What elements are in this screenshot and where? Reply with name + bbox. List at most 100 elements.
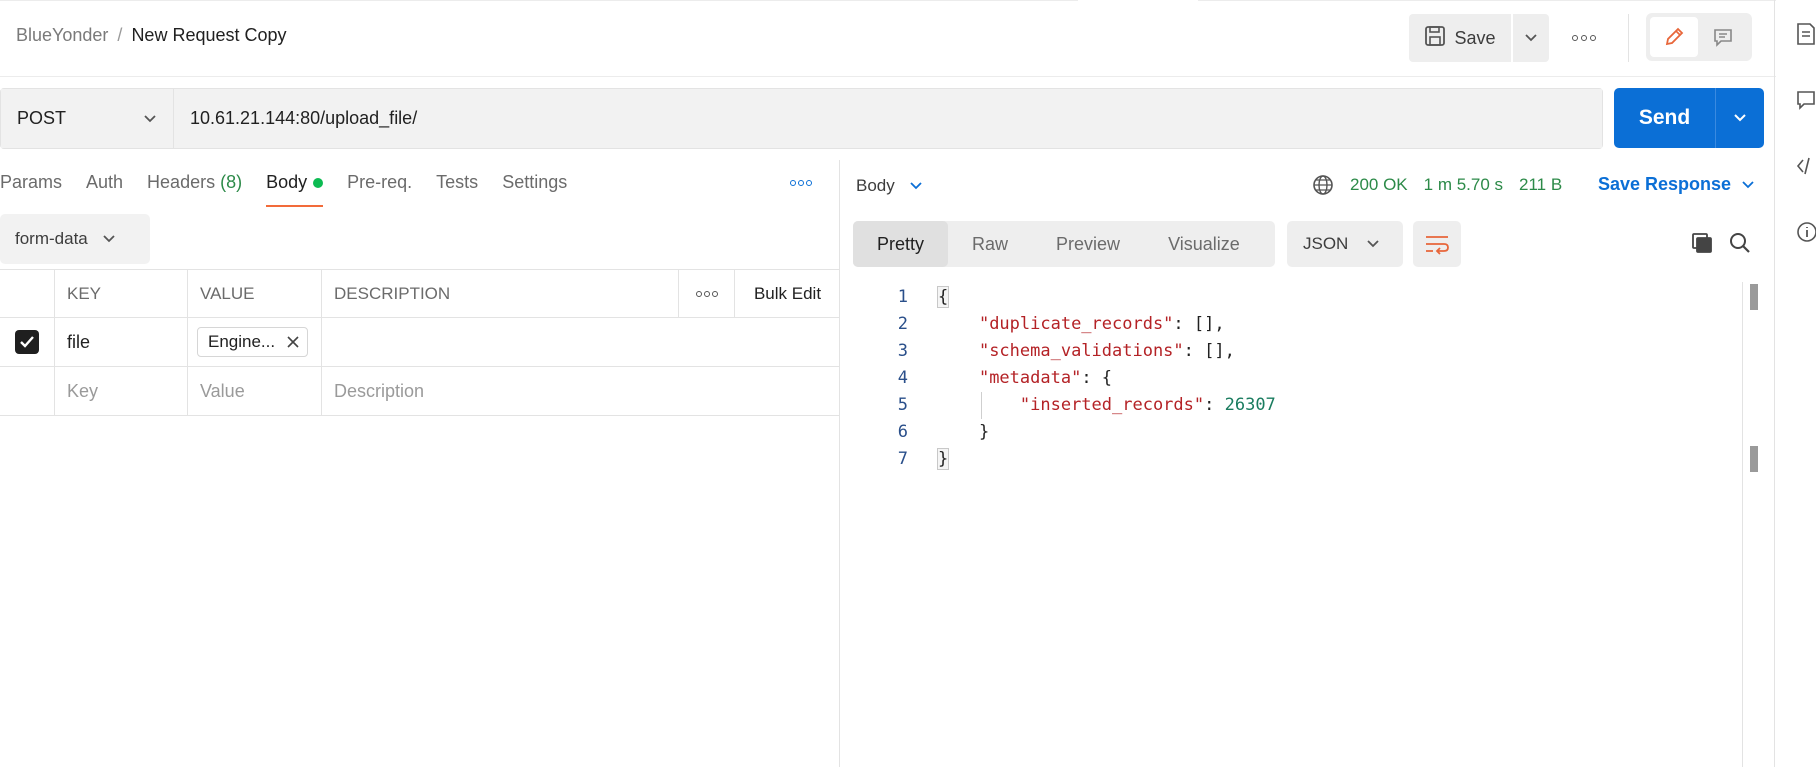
request-tabs: Params Auth Headers (8) Body Pre-req. Te… <box>0 172 591 207</box>
code-line: 7} <box>870 446 1276 473</box>
info-icon[interactable] <box>1796 220 1816 244</box>
line-number: 5 <box>897 395 908 415</box>
line-number: 2 <box>897 314 908 334</box>
code-line: 3 "schema_validations": [], <box>870 338 1276 365</box>
save-response-button[interactable]: Save Response <box>1598 174 1755 195</box>
response-body-label: Body <box>856 176 895 195</box>
save-options-button[interactable] <box>1513 14 1549 62</box>
description-input[interactable]: Description <box>322 367 840 415</box>
code-line: 5 "inserted_records": 26307 <box>870 392 1276 419</box>
response-time[interactable]: 1 m 5.70 s <box>1424 175 1503 195</box>
key-input[interactable]: Key <box>55 367 188 415</box>
table-row-empty: Key Value Description <box>0 367 840 416</box>
save-group: Save <box>1409 14 1549 62</box>
form-data-table: KEY VALUE DESCRIPTION Bulk Edit file Eng… <box>0 269 840 416</box>
chevron-down-icon <box>1367 240 1379 248</box>
send-button[interactable]: Send <box>1614 88 1715 148</box>
checkbox-checked-icon[interactable] <box>15 330 39 354</box>
more-horizontal-icon[interactable] <box>790 180 812 186</box>
json-punct: : { <box>1081 368 1113 388</box>
breadcrumb-collection[interactable]: BlueYonder <box>16 25 108 46</box>
line-number: 7 <box>897 449 908 469</box>
row-key[interactable]: file <box>55 318 188 366</box>
json-key: "duplicate_records" <box>978 314 1174 334</box>
save-response-label: Save Response <box>1598 174 1732 194</box>
chevron-down-icon <box>103 235 115 243</box>
globe-icon[interactable] <box>1312 174 1334 196</box>
chevron-down-icon <box>1742 180 1754 188</box>
tab-body[interactable]: Body <box>266 172 324 207</box>
pane-divider[interactable] <box>839 160 840 767</box>
line-number: 4 <box>897 368 908 388</box>
language-select[interactable]: JSON <box>1287 221 1403 267</box>
method-select[interactable]: POST <box>1 89 174 148</box>
row-description[interactable] <box>322 318 840 366</box>
tab-visualize[interactable]: Visualize <box>1144 221 1264 267</box>
pencil-icon <box>1665 27 1684 46</box>
json-brace: { <box>936 286 950 308</box>
code-line: 1{ <box>870 284 1276 311</box>
value-input[interactable]: Value <box>188 367 322 415</box>
request-title[interactable]: New Request Copy <box>131 25 286 46</box>
tab-settings[interactable]: Settings <box>502 172 567 207</box>
json-number: 26307 <box>1224 395 1276 415</box>
tab-auth[interactable]: Auth <box>86 172 123 207</box>
right-sidebar <box>1796 22 1816 244</box>
close-icon[interactable] <box>287 336 299 348</box>
tab-preview[interactable]: Preview <box>1032 221 1144 267</box>
tab-raw[interactable]: Raw <box>948 221 1032 267</box>
copy-icon[interactable] <box>1690 231 1714 260</box>
tab-pre-request[interactable]: Pre-req. <box>347 172 412 207</box>
code-icon[interactable] <box>1796 154 1816 178</box>
url-bar: POST 10.61.21.144:80/upload_file/ <box>0 88 1603 149</box>
url-input[interactable]: 10.61.21.144:80/upload_file/ <box>174 89 1602 148</box>
indent-guide <box>981 392 982 419</box>
row-value-cell: Engine... <box>188 318 322 366</box>
comment-icon[interactable] <box>1796 88 1816 112</box>
json-key: "inserted_records" <box>1019 395 1205 415</box>
json-key: "metadata" <box>978 368 1082 388</box>
status-badge[interactable]: 200 OK <box>1350 175 1408 195</box>
search-icon[interactable] <box>1728 231 1752 260</box>
comment-mode-button[interactable] <box>1698 17 1748 57</box>
line-number: 1 <box>897 287 908 307</box>
mode-toggle <box>1646 13 1752 61</box>
document-icon[interactable] <box>1796 22 1816 46</box>
send-group: Send <box>1614 88 1764 148</box>
table-row: file Engine... <box>0 318 840 367</box>
tab-params[interactable]: Params <box>0 172 62 207</box>
chevron-down-icon <box>1525 34 1537 42</box>
response-meta: 200 OK 1 m 5.70 s 211 B <box>1312 174 1562 196</box>
json-punct: : [], <box>1173 314 1225 334</box>
sidebar-divider <box>1774 0 1775 767</box>
chevron-down-icon <box>1734 114 1746 122</box>
tab-headers[interactable]: Headers (8) <box>147 172 242 207</box>
bulk-edit-button[interactable]: Bulk Edit <box>735 270 840 317</box>
empty-checkbox-cell <box>0 367 55 415</box>
tab-pretty[interactable]: Pretty <box>853 221 949 267</box>
more-horizontal-icon[interactable] <box>679 270 735 317</box>
file-chip-label: Engine... <box>208 332 276 351</box>
headers-count: (8) <box>220 172 243 192</box>
scrollbar-marker <box>1750 284 1758 310</box>
more-horizontal-icon[interactable] <box>1570 26 1598 50</box>
body-type-select[interactable]: form-data <box>0 214 150 264</box>
save-icon <box>1424 25 1446 52</box>
code-scrollbar-track[interactable] <box>1742 282 1743 767</box>
language-label: JSON <box>1303 234 1349 253</box>
file-chip[interactable]: Engine... <box>197 327 309 357</box>
response-body-select[interactable]: Body <box>856 176 923 196</box>
edit-mode-button[interactable] <box>1650 17 1698 57</box>
code-line: 6 } <box>870 419 1276 446</box>
top-tab-highlight <box>1078 0 1198 2</box>
header-bottom-border <box>0 76 1776 77</box>
tab-tests[interactable]: Tests <box>436 172 478 207</box>
header-description: DESCRIPTION <box>322 270 679 317</box>
response-code-viewer[interactable]: 1{ 2 "duplicate_records": [], 3 "schema_… <box>870 284 1276 473</box>
response-size[interactable]: 211 B <box>1519 175 1562 195</box>
table-header-row: KEY VALUE DESCRIPTION Bulk Edit <box>0 269 840 318</box>
send-options-button[interactable] <box>1715 88 1764 148</box>
json-key: "schema_validations" <box>978 341 1184 361</box>
wrap-lines-button[interactable] <box>1413 221 1461 267</box>
save-button[interactable]: Save <box>1409 14 1511 62</box>
